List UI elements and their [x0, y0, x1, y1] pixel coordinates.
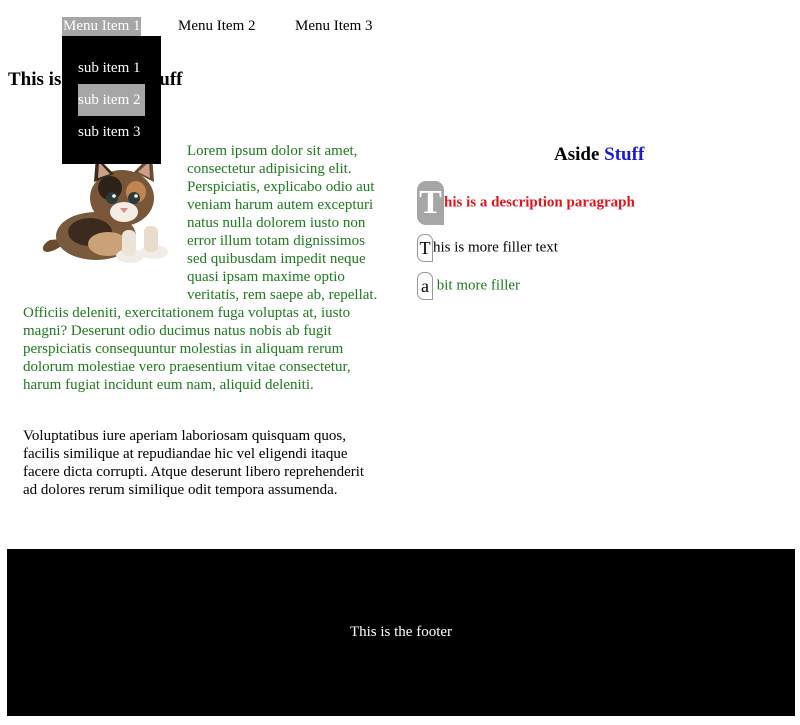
submenu-item-2[interactable]: sub item 2 — [78, 84, 145, 116]
page-title-start: This is — [8, 69, 62, 90]
nav-item-2[interactable]: Menu Item 2 — [178, 17, 255, 36]
nav-item-3[interactable]: Menu Item 3 — [295, 17, 372, 36]
drop-cap: T — [417, 181, 444, 225]
footer-text: This is the footer — [349, 624, 453, 640]
aside-title-part2: Stuff — [604, 144, 645, 165]
filler-text: bit more filler — [433, 277, 521, 294]
submenu-item-3[interactable]: sub item 3 — [78, 116, 145, 148]
aside-title: Aside Stuff — [554, 144, 644, 166]
submenu-item-1[interactable]: sub item 1 — [78, 52, 145, 84]
drop-cap: a — [417, 272, 433, 300]
description-paragraph: This is a description paragraph — [417, 181, 635, 225]
aside-title-part1: Aside — [554, 144, 600, 165]
kitten-image — [42, 154, 168, 263]
secondary-paragraph: Voluptatibus iure aperiam laboriosam qui… — [23, 428, 365, 498]
description-text: his is a description paragraph — [444, 194, 635, 211]
filler-paragraph-1: This is more filler text — [417, 234, 558, 262]
filler-paragraph-2: a bit more filler — [417, 272, 520, 300]
footer: This is the footer — [7, 549, 795, 716]
drop-cap: T — [417, 234, 433, 262]
filler-text: his is more filler text — [433, 239, 558, 256]
submenu-dropdown: sub item 1 sub item 2 sub item 3 — [62, 36, 161, 164]
nav-item-1[interactable]: Menu Item 1 — [62, 17, 142, 36]
